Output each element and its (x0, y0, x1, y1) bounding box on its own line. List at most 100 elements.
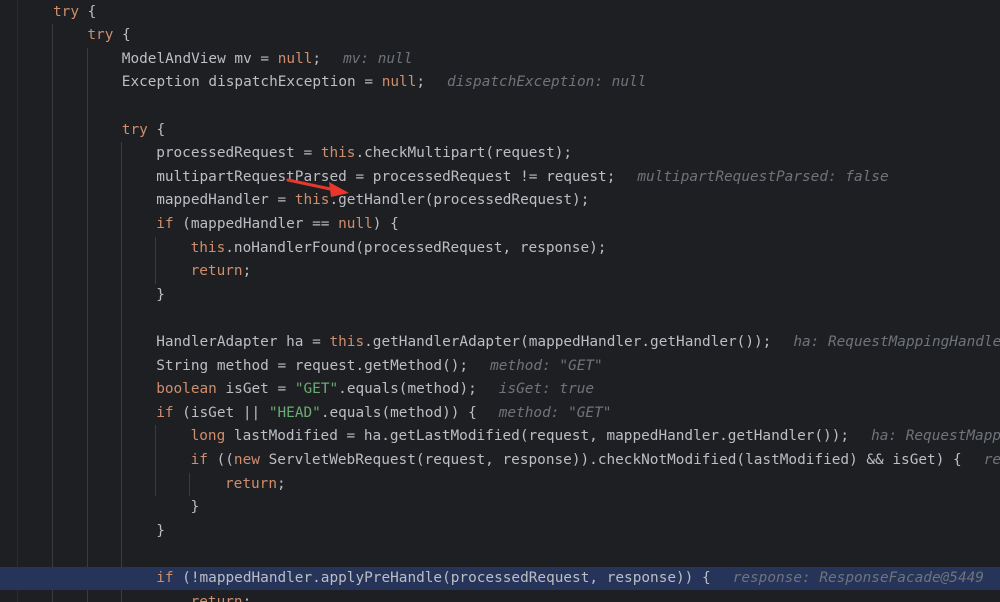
code-token: (!mappedHandler.applyPreHandle(processed… (173, 569, 711, 586)
keyword-token: return (190, 263, 243, 280)
code-token: ) { (372, 215, 399, 232)
string-token: "GET" (294, 381, 339, 398)
code-token: .getHandlerAdapter(mappedHandler.getHand… (364, 333, 772, 350)
keyword-token: if (156, 215, 174, 232)
code-text: try { (122, 119, 165, 143)
code-line[interactable]: return; (0, 591, 1000, 602)
code-line[interactable]: return; (0, 473, 1000, 497)
inline-debug-value: multipartRequestParsed: false (637, 168, 889, 185)
code-line[interactable] (0, 307, 1000, 331)
keyword-token: this (190, 239, 226, 256)
code-line[interactable]: multipartRequestParsed = processedReques… (0, 166, 1000, 190)
code-text: } (156, 284, 165, 308)
code-text: mappedHandler = this.getHandler(processe… (156, 189, 589, 213)
keyword-token: try (53, 3, 79, 20)
code-token: ; (416, 74, 426, 91)
code-text: return; (225, 473, 286, 497)
keyword-token: try (121, 121, 148, 138)
keyword-token: null (338, 215, 373, 232)
code-token: (mappedHandler == (173, 215, 339, 232)
code-line[interactable]: if ((new ServletWebRequest(request, resp… (0, 449, 1000, 473)
keyword-token: try (87, 27, 114, 44)
code-token: lastModified = ha.getLastModified(reques… (225, 428, 850, 445)
inline-debug-value: isGet: true (498, 381, 595, 398)
code-line[interactable]: try { (0, 119, 1000, 143)
keyword-token: new (233, 451, 260, 468)
code-line[interactable]: this.noHandlerFound(processedRequest, re… (0, 237, 1000, 261)
code-token: (( (207, 451, 234, 468)
keyword-token: return (190, 593, 243, 602)
code-line[interactable]: } (0, 284, 1000, 308)
code-text: processedRequest = this.checkMultipart(r… (156, 142, 572, 166)
code-text: } (191, 496, 200, 520)
code-line[interactable]: try { (0, 24, 1000, 48)
code-line[interactable] (0, 95, 1000, 119)
code-text: String method = request.getMethod(); meth… (156, 355, 603, 379)
code-editor[interactable]: try {try {ModelAndView mv = null; mv: nul… (0, 0, 1000, 602)
code-token: mappedHandler = (156, 192, 295, 209)
code-line[interactable]: if (isGet || "HEAD".equals(method)) {met… (0, 402, 1000, 426)
keyword-token: this (320, 145, 356, 162)
code-token: } (190, 499, 200, 516)
code-text: if (isGet || "HEAD".equals(method)) {met… (156, 402, 611, 426)
code-line[interactable]: mappedHandler = this.getHandler(processe… (0, 189, 1000, 213)
code-token: .getHandler(processedRequest); (329, 192, 590, 209)
code-text: if (!mappedHandler.applyPreHandle(proces… (156, 567, 984, 591)
inline-debug-value: method: "GET" (498, 404, 612, 421)
keyword-token: if (156, 569, 174, 586)
inline-debug-value: response: ResponseFacade@5449 (732, 569, 984, 586)
code-line[interactable]: return; (0, 260, 1000, 284)
keyword-token: this (329, 333, 365, 350)
keyword-token: null (381, 74, 417, 91)
code-line[interactable]: if (mappedHandler == null) { (0, 213, 1000, 237)
keyword-token: return (225, 475, 277, 492)
code-line[interactable]: try { (0, 1, 1000, 25)
code-token: ; (312, 50, 322, 67)
code-token: (isGet || (173, 404, 269, 421)
code-text: if ((new ServletWebRequest(request, resp… (191, 449, 1000, 473)
keyword-token: long (190, 428, 226, 445)
code-text: boolean isGet = "GET".equals(method); isG… (156, 378, 594, 402)
code-token: } (156, 286, 165, 303)
inline-debug-value: req (983, 451, 1000, 468)
code-text: HandlerAdapter ha = this.getHandlerAdapt… (156, 331, 1000, 355)
code-line[interactable]: processedRequest = this.checkMultipart(r… (0, 142, 1000, 166)
inline-debug-value: method: "GET" (490, 357, 603, 374)
code-text: ModelAndView mv = null; mv: null (122, 48, 413, 72)
code-token: multipartRequestParsed = processedReques… (156, 168, 616, 185)
arrow-head (329, 182, 349, 197)
code-token: ServletWebRequest(request, response)).ch… (259, 451, 962, 468)
code-line[interactable]: Exception dispatchException = null; dispa… (0, 71, 1000, 95)
code-line[interactable]: } (0, 520, 1000, 544)
code-line[interactable] (0, 543, 1000, 567)
code-line-current[interactable]: if (!mappedHandler.applyPreHandle(proces… (0, 566, 1000, 591)
code-line[interactable]: boolean isGet = "GET".equals(method); isG… (0, 378, 1000, 402)
code-token: processedRequest = (156, 145, 321, 162)
code-token: ; (276, 475, 286, 492)
code-text: Exception dispatchException = null; dispa… (122, 71, 647, 95)
keyword-token: if (190, 451, 208, 468)
inline-debug-value: ha: RequestMappi (871, 428, 1000, 445)
keyword-token: null (277, 50, 313, 67)
code-token: { (147, 121, 166, 138)
code-token: { (113, 27, 131, 44)
string-token: "HEAD" (268, 404, 321, 421)
code-token: } (156, 522, 165, 539)
code-line[interactable]: HandlerAdapter ha = this.getHandlerAdapt… (0, 331, 1000, 355)
code-token: .equals(method); (338, 381, 477, 398)
code-text: } (156, 520, 165, 544)
code-line[interactable]: String method = request.getMethod(); meth… (0, 355, 1000, 379)
code-token: HandlerAdapter ha = (156, 333, 330, 350)
keyword-token: boolean (156, 381, 217, 398)
code-token: ; (242, 263, 252, 280)
code-token: ModelAndView mv = (121, 50, 278, 67)
keyword-token: if (156, 404, 174, 421)
code-text: if (mappedHandler == null) { (156, 213, 399, 237)
code-line[interactable]: } (0, 496, 1000, 520)
code-text: return; (191, 260, 252, 284)
arrow-shaft (286, 178, 337, 192)
code-text: return; (191, 591, 252, 602)
code-line[interactable]: long lastModified = ha.getLastModified(r… (0, 425, 1000, 449)
code-text: long lastModified = ha.getLastModified(r… (191, 425, 1000, 449)
code-line[interactable]: ModelAndView mv = null; mv: null (0, 48, 1000, 72)
